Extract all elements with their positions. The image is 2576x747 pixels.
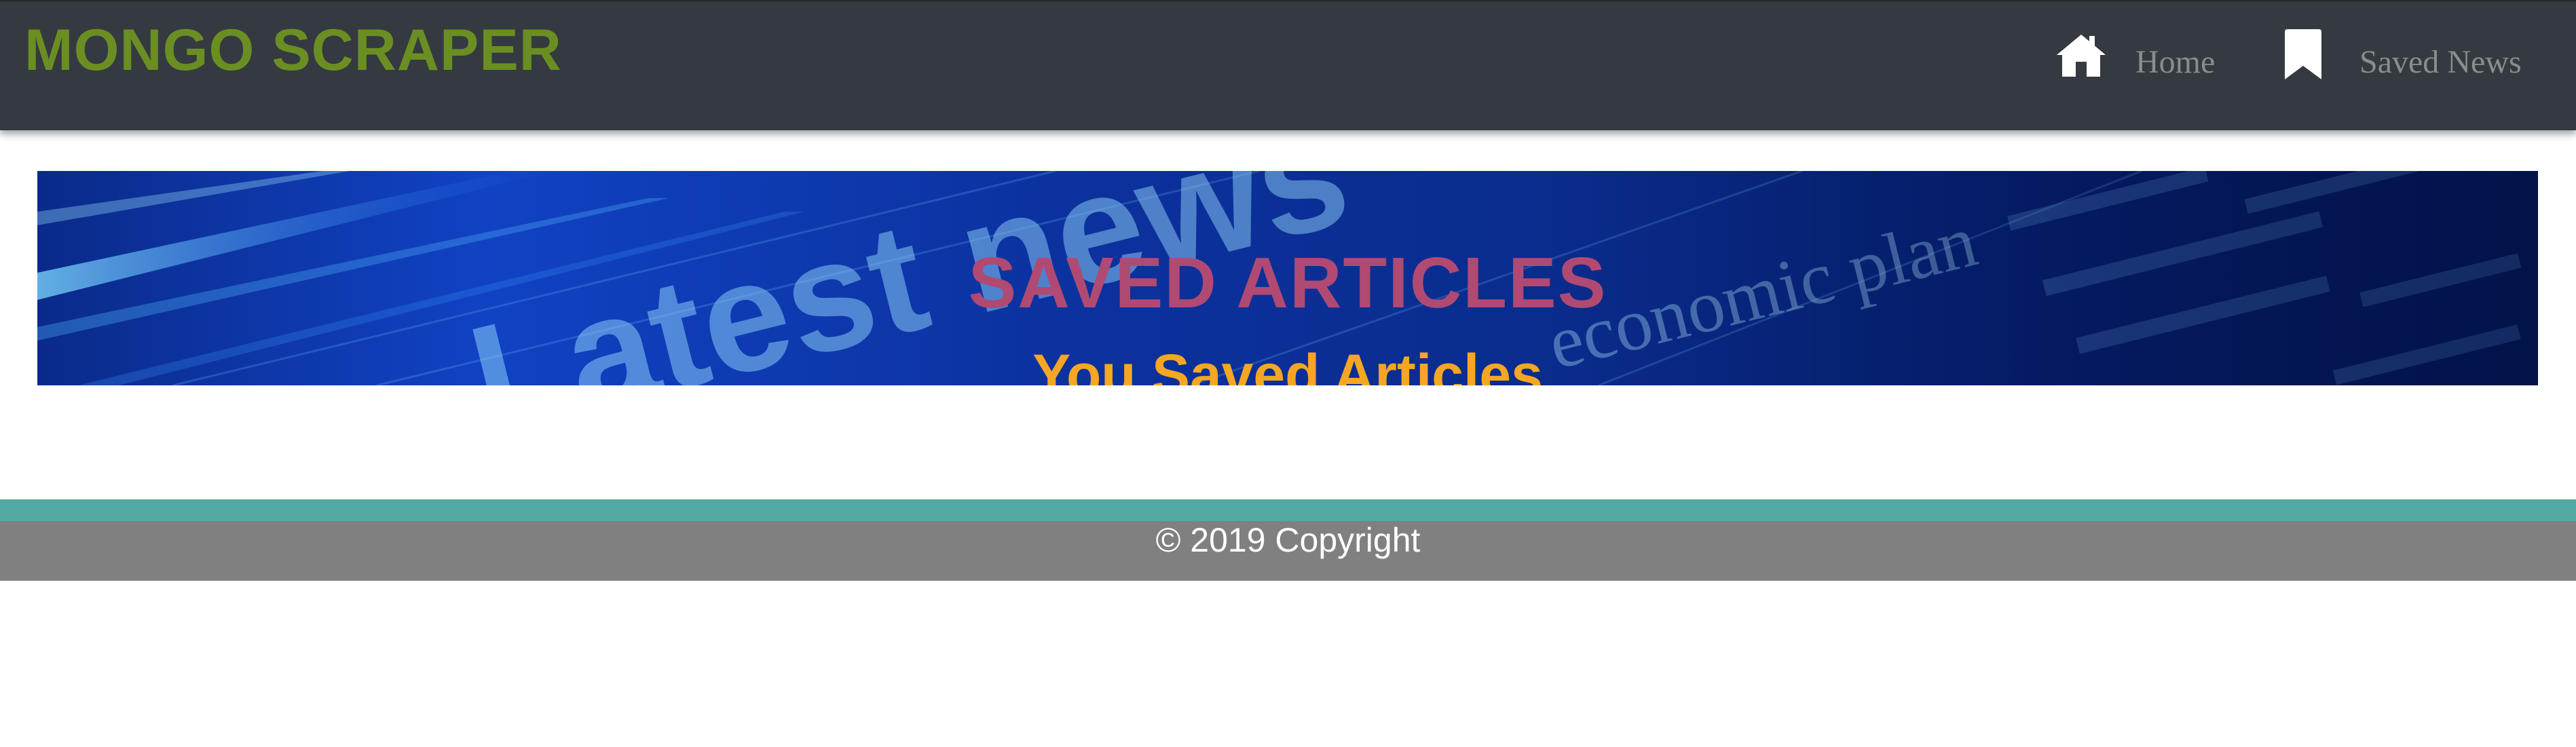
nav-saved-news-label: Saved News [2359, 43, 2522, 80]
nav-home-label: Home [2135, 43, 2216, 80]
page-title: SAVED ARTICLES [968, 243, 1607, 324]
hero-banner: Latest news economic plan SAVED ARTICLES… [37, 171, 2538, 385]
footer-copyright: © 2019 Copyright [1155, 521, 1421, 559]
page-subtitle: You Saved Articles [1032, 342, 1543, 385]
nav-saved-news-link[interactable]: Saved News [2282, 24, 2522, 85]
footer-accent-stripe [0, 499, 2576, 521]
footer: © 2019 Copyright [0, 521, 2576, 581]
bookmark-icon [2282, 29, 2324, 81]
nav-home-link[interactable]: Home [2055, 24, 2215, 85]
home-icon [2055, 32, 2107, 78]
brand-logo-link[interactable]: MONGO SCRAPER [24, 16, 562, 84]
navbar: MONGO SCRAPER Home Saved News [0, 0, 2576, 130]
